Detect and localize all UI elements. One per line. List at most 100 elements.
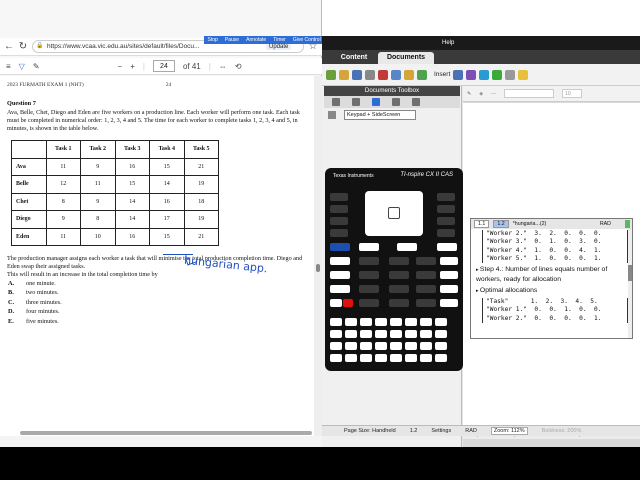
save-icon[interactable]: [352, 69, 362, 80]
calc-key[interactable]: [435, 330, 447, 338]
calc-key[interactable]: [389, 257, 409, 265]
meeting-control-timer[interactable]: Timer: [273, 36, 286, 44]
calc-key[interactable]: [420, 318, 432, 326]
calc-key[interactable]: [345, 342, 357, 350]
copy-icon[interactable]: [391, 69, 401, 80]
refresh-icon[interactable]: ↻: [18, 41, 28, 52]
calc-key[interactable]: [420, 330, 432, 338]
calc-key[interactable]: [345, 318, 357, 326]
calc-key[interactable]: [330, 217, 348, 225]
zoom-out-button[interactable]: −: [118, 62, 123, 71]
calculator-keypad[interactable]: Texas Instruments TI-nspire CX II CAS: [325, 168, 463, 371]
calc-key[interactable]: [437, 229, 455, 237]
draw-icon[interactable]: ▽: [19, 62, 25, 71]
menu-icon[interactable]: ≡: [6, 62, 11, 71]
help-menu[interactable]: Help: [442, 40, 454, 46]
calc-key[interactable]: [435, 342, 447, 350]
calc-key[interactable]: [416, 299, 436, 307]
calc-key[interactable]: [375, 330, 387, 338]
calc-key[interactable]: [435, 354, 447, 362]
fit-icon[interactable]: ⇔: [219, 62, 227, 71]
calc-key[interactable]: [440, 271, 458, 279]
calc-key[interactable]: [389, 271, 409, 279]
print-icon[interactable]: [365, 69, 375, 80]
tools-icon[interactable]: [332, 98, 340, 106]
meeting-control-stop[interactable]: Stop: [208, 36, 218, 44]
calc-key[interactable]: [416, 257, 436, 265]
keypad-select[interactable]: Keypad + SideScreen: [344, 110, 416, 120]
calc-key[interactable]: [389, 285, 409, 293]
zoom-in-button[interactable]: +: [130, 62, 135, 71]
new-icon[interactable]: [326, 69, 336, 80]
vertical-scrollbar[interactable]: [314, 76, 322, 436]
calc-key[interactable]: [405, 354, 417, 362]
calc-key[interactable]: [330, 285, 350, 293]
line-icon[interactable]: —: [491, 91, 496, 97]
calc-key[interactable]: [343, 299, 353, 307]
calc-key[interactable]: [359, 257, 379, 265]
insert-menu[interactable]: Insert: [434, 71, 450, 78]
horizontal-scrollbar[interactable]: [20, 431, 312, 435]
keypad-icon[interactable]: [372, 98, 380, 106]
cut-icon[interactable]: [378, 69, 388, 80]
page-sorter-icon[interactable]: [352, 98, 360, 106]
calc-key[interactable]: [375, 318, 387, 326]
table-icon[interactable]: [453, 69, 464, 80]
rotate-icon[interactable]: ⟲: [235, 62, 242, 71]
calc-key[interactable]: [405, 330, 417, 338]
insert-icon[interactable]: [417, 69, 427, 80]
calc-key[interactable]: [390, 318, 402, 326]
handheld-screen[interactable]: 1.1 1.2 *hungaria...(2) RAD "Worker 2." …: [470, 218, 633, 339]
tools-icon[interactable]: ✎: [467, 91, 471, 97]
calc-key[interactable]: [375, 354, 387, 362]
calc-key[interactable]: [416, 285, 436, 293]
calc-key[interactable]: [360, 342, 372, 350]
page-size[interactable]: Page Size: Handheld: [344, 428, 396, 434]
utilities-icon[interactable]: [392, 98, 400, 106]
calc-key[interactable]: [405, 318, 417, 326]
calc-key[interactable]: [330, 318, 342, 326]
calc-key[interactable]: [359, 299, 379, 307]
calc-key[interactable]: [390, 354, 402, 362]
calc-key[interactable]: [360, 354, 372, 362]
calc-key[interactable]: [330, 330, 342, 338]
content-explorer-icon[interactable]: [412, 98, 420, 106]
calc-key[interactable]: [437, 205, 455, 213]
font-size-select[interactable]: 10: [562, 89, 583, 98]
page-number-input[interactable]: 24: [152, 60, 175, 72]
calc-key[interactable]: [440, 257, 458, 265]
tab-content[interactable]: Content: [326, 52, 382, 64]
doc-tab-1-1[interactable]: 1.1: [474, 220, 490, 228]
meeting-control-annotate[interactable]: Annotate: [246, 36, 266, 44]
fill-icon[interactable]: ◆: [479, 91, 483, 97]
open-icon[interactable]: [339, 69, 349, 80]
touchpad[interactable]: [365, 191, 423, 236]
calc-key[interactable]: [375, 342, 387, 350]
highlight-icon[interactable]: ✎: [33, 62, 40, 71]
calc-key[interactable]: [330, 342, 342, 350]
calc-key[interactable]: [397, 243, 417, 251]
calc-key[interactable]: [330, 229, 348, 237]
calc-key[interactable]: [330, 299, 342, 307]
calc-key[interactable]: [389, 299, 409, 307]
calc-key[interactable]: [405, 342, 417, 350]
calc-key[interactable]: [330, 271, 350, 279]
doc-scrollbar[interactable]: [628, 229, 632, 338]
layout-icon[interactable]: [466, 69, 477, 80]
meeting-control-give-control[interactable]: Give Control: [293, 36, 321, 44]
calc-key[interactable]: [330, 257, 350, 265]
back-icon[interactable]: ←: [4, 41, 14, 52]
calc-key[interactable]: [345, 330, 357, 338]
view-icon[interactable]: [328, 111, 336, 119]
meeting-control-pause[interactable]: Pause: [225, 36, 239, 44]
calc-key[interactable]: [330, 193, 348, 201]
calc-key[interactable]: [360, 330, 372, 338]
calc-key[interactable]: [416, 271, 436, 279]
calc-key[interactable]: [440, 299, 458, 307]
zoom-select[interactable]: Zoom: 112%: [490, 427, 528, 435]
calc-key[interactable]: [420, 342, 432, 350]
update-button[interactable]: Update: [266, 44, 292, 50]
calc-key[interactable]: [359, 243, 379, 251]
calc-key[interactable]: [437, 193, 455, 201]
redo-icon[interactable]: [505, 69, 516, 80]
